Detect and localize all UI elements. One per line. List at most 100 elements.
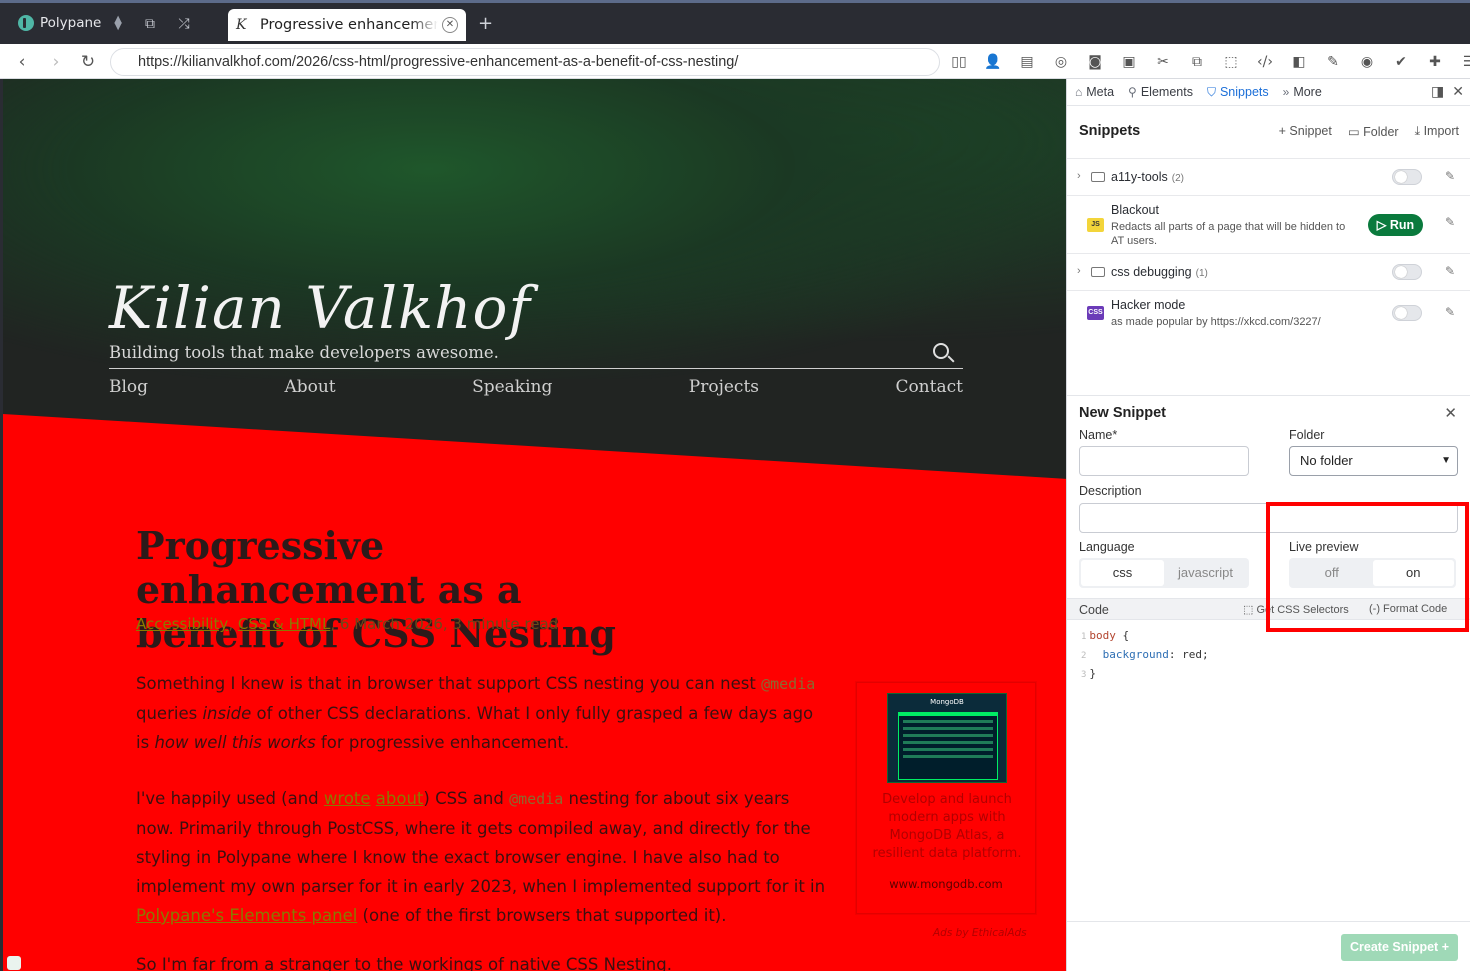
chevron-right-icon[interactable]: › [1077, 265, 1081, 277]
code-icon[interactable]: ‹/› [1254, 52, 1276, 72]
double-chevron-icon: » [1282, 85, 1290, 99]
get-css-selectors-button[interactable]: ⬚ Get CSS Selectors [1243, 603, 1349, 616]
image-icon[interactable]: ▣ [1118, 52, 1140, 72]
article-body: Something I knew is that in browser that… [136, 669, 831, 957]
panel-tabs: ⌂ Meta ⚲ Elements ⛉ Snippets » More ◨ ✕ [1067, 79, 1470, 106]
chevron-down-icon: ▼ [1441, 455, 1451, 466]
article-title: Progressive enhancement as a benefit of … [136, 523, 616, 656]
sponsored-ad[interactable]: MongoDB Develop and launch modern apps w… [856, 682, 1036, 914]
active-tab[interactable]: K Progressive enhancement as a benefit o… [228, 9, 466, 41]
workspace-switcher[interactable]: Polypane ▲ ▼ [10, 8, 126, 38]
nav-projects[interactable]: Projects [689, 377, 759, 397]
screens-icon[interactable]: ⧉ [1186, 52, 1208, 72]
new-tab-plus-icon[interactable]: + [478, 13, 493, 34]
close-icon[interactable]: ✕ [1444, 404, 1457, 422]
list-item[interactable]: CSS Hacker mode as made popular by https… [1067, 290, 1470, 334]
category-css-html-link[interactable]: CSS & HTML [238, 615, 331, 633]
toggle-switch[interactable] [1392, 169, 1422, 185]
description-label: Description [1079, 484, 1142, 498]
toggle-switch[interactable] [1392, 305, 1422, 321]
polypane-logo-icon [18, 15, 34, 31]
search-icon: ⚲ [1128, 85, 1137, 99]
new-snippet-heading: New Snippet [1079, 405, 1167, 421]
import-button[interactable]: ⤓ Import [1415, 124, 1459, 139]
site-tagline: Building tools that make developers awes… [109, 343, 499, 362]
run-button[interactable]: ▷ Run [1368, 214, 1423, 236]
code-toolbar: Code ⬚ Get CSS Selectors (-) Format Code [1067, 598, 1470, 620]
nav-contact[interactable]: Contact [895, 377, 963, 397]
language-css[interactable]: css [1081, 560, 1164, 586]
layout-icon[interactable]: ▯▯ [948, 52, 970, 72]
live-preview-on[interactable]: on [1372, 560, 1454, 586]
chevron-right-icon[interactable]: › [1077, 170, 1081, 182]
reload-icon[interactable]: ↻ [77, 51, 99, 73]
nav-about[interactable]: About [284, 377, 335, 397]
code-label: Code [1079, 603, 1109, 617]
edit-pencil-icon[interactable]: ✎ [1445, 215, 1455, 229]
live-preview-off[interactable]: off [1291, 560, 1373, 586]
extensions-icon[interactable]: ✚ [1424, 52, 1446, 72]
edit-pencil-icon[interactable]: ✎ [1445, 169, 1455, 183]
add-folder-button[interactable]: ▭ Folder [1348, 124, 1399, 139]
edit-pencil-icon[interactable]: ✎ [1445, 264, 1455, 278]
list-item[interactable]: › a11y-tools (2) ✎ [1067, 158, 1470, 195]
camera-icon[interactable]: ◙ [1084, 52, 1106, 72]
about-link[interactable]: about [376, 789, 424, 808]
ad-screen [898, 712, 998, 780]
cursor-icon[interactable]: ⬚ [1220, 52, 1242, 72]
close-tab-icon[interactable]: ✕ [442, 17, 458, 33]
tab-title: Progressive enhancement as a benefit of … [260, 17, 438, 33]
color-icon[interactable]: ✔ [1390, 52, 1412, 72]
name-field[interactable] [1079, 446, 1249, 476]
pen-icon[interactable]: ✎ [1322, 52, 1344, 72]
paragraph: I've happily used (and wrote about) CSS … [136, 789, 826, 925]
dock-icon[interactable]: ◨ [1431, 83, 1444, 100]
tab-more[interactable]: » More [1283, 85, 1322, 99]
folder-select[interactable]: No folder ▼ [1289, 446, 1458, 476]
snippet-name: Hacker mode [1111, 298, 1186, 312]
edit-pencil-icon[interactable]: ✎ [1445, 305, 1455, 319]
settings-icon[interactable]: ☰ [1458, 52, 1470, 72]
paragraph: Something I knew is that in browser that… [136, 674, 816, 752]
category-accessibility-link[interactable]: Accessibility [136, 615, 228, 633]
wrote-link[interactable]: wrote [324, 789, 371, 808]
site-nav: Blog About Speaking Projects Contact [109, 377, 963, 397]
tab-snippets[interactable]: ⛉ Snippets [1207, 85, 1269, 100]
create-snippet-button[interactable]: Create Snippet + [1341, 934, 1458, 961]
nav-speaking[interactable]: Speaking [472, 377, 552, 397]
close-icon[interactable]: ✕ [1452, 83, 1464, 100]
account-icon[interactable]: ◉ [1356, 52, 1378, 72]
ad-link[interactable]: www.mongodb.com [857, 877, 1035, 891]
tab-elements[interactable]: ⚲ Elements [1128, 85, 1193, 99]
tab-meta[interactable]: ⌂ Meta [1075, 85, 1114, 99]
folder-icon [1091, 172, 1105, 182]
ad-text: Develop and launch modern apps with Mong… [872, 792, 1022, 861]
url-field[interactable]: https://kilianvalkhof.com/2026/css-html/… [110, 48, 940, 76]
ad-credit[interactable]: Ads by EthicalAds [933, 927, 1027, 939]
chart-icon[interactable]: ▤ [1016, 52, 1038, 72]
snippets-heading: Snippets [1079, 123, 1141, 139]
live-preview-toggle: off on [1289, 558, 1456, 588]
panel-icon[interactable]: ◧ [1288, 52, 1310, 72]
forward-arrow-icon[interactable]: › [45, 51, 67, 73]
format-code-button[interactable]: (-) Format Code [1369, 603, 1447, 615]
site-logo[interactable]: Kilian Valkhof [109, 274, 531, 342]
target-icon[interactable]: ◎ [1050, 52, 1072, 72]
list-item[interactable]: › css debugging (1) ✎ [1067, 253, 1470, 290]
nav-blog[interactable]: Blog [109, 377, 148, 397]
snippets-panel: ⌂ Meta ⚲ Elements ⛉ Snippets » More ◨ ✕ Snip… [1066, 79, 1470, 971]
toggle-switch[interactable] [1392, 264, 1422, 280]
code-editor[interactable]: 1 body { 2 background: red; 3} [1081, 627, 1209, 684]
corner-indicator [7, 956, 21, 970]
elements-panel-link[interactable]: Polypane's Elements panel [136, 906, 357, 925]
description-field[interactable] [1079, 503, 1458, 533]
bookmark-icon[interactable]: ⧉ [141, 15, 159, 33]
shuffle-icon[interactable]: ⤮ [175, 15, 193, 33]
add-snippet-button[interactable]: + Snippet [1279, 124, 1332, 139]
user-icon[interactable]: 👤 [982, 52, 1004, 72]
language-javascript[interactable]: javascript [1164, 560, 1247, 586]
search-icon[interactable] [933, 343, 949, 359]
tools-icon[interactable]: ✂ [1152, 52, 1174, 72]
list-item[interactable]: JS Blackout Redacts all parts of a page … [1067, 195, 1470, 253]
back-arrow-icon[interactable]: ‹ [11, 51, 33, 73]
